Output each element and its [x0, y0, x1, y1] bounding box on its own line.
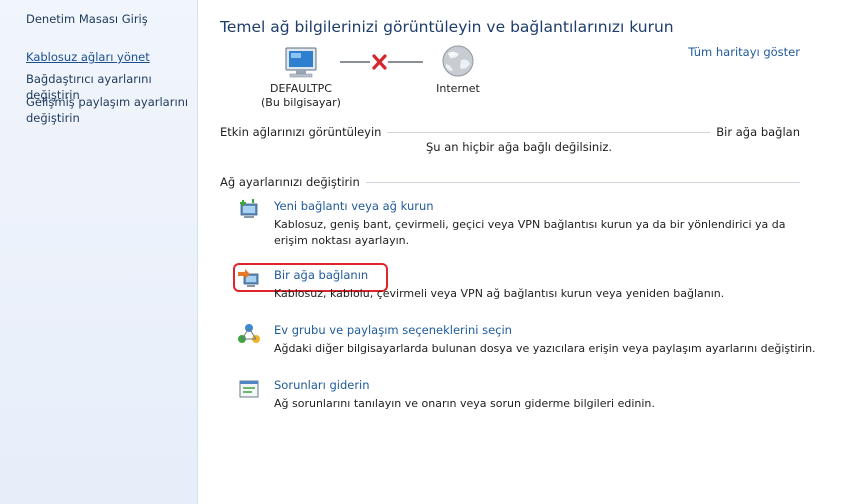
- homegroup-link[interactable]: Ev grubu ve paylaşım seçeneklerini seçin: [274, 323, 512, 337]
- troubleshoot-description: Ağ sorunlarını tanılayın ve onarın veya …: [274, 397, 655, 410]
- active-networks-label: Etkin ağlarınızı görüntüleyin: [220, 125, 388, 139]
- sidebar-item-advanced-sharing[interactable]: Gelişmiş paylaşım ayarlarını değiştirin: [26, 94, 196, 126]
- homegroup-description: Ağdaki diğer bilgisayarlarda bulunan dos…: [274, 342, 816, 355]
- new-connection-description: Kablosuz, geniş bant, çevirmeli, geçici …: [274, 218, 786, 247]
- control-panel-home-link[interactable]: Denetim Masası Giriş: [26, 12, 148, 26]
- new-connection-link[interactable]: Yeni bağlantı veya ağ kurun: [274, 199, 434, 213]
- troubleshoot-icon: [239, 380, 259, 398]
- task-new-connection: Yeni bağlantı veya ağ kurun Kablosuz, ge…: [238, 199, 818, 251]
- task-homegroup: Ev grubu ve paylaşım seçeneklerini seçin…: [238, 323, 818, 363]
- internet-label: Internet: [436, 82, 480, 95]
- no-connection-status: Şu an hiçbir ağa bağlı değilsiniz.: [426, 140, 613, 154]
- main-content: Temel ağ bilgilerinizi görüntüleyin ve b…: [198, 0, 864, 504]
- sidebar-item-manage-wireless[interactable]: Kablosuz ağları yönet: [26, 49, 196, 65]
- page-title: Temel ağ bilgilerinizi görüntüleyin ve b…: [220, 18, 674, 36]
- see-full-map-link[interactable]: Tüm haritayı göster: [688, 45, 800, 59]
- homegroup-icon: [238, 324, 260, 343]
- task-connect-network: Bir ağa bağlanın Kablosuz, kablolu, çevi…: [238, 268, 818, 308]
- computer-name-label: DEFAULTPC: [270, 82, 332, 95]
- sidebar: Denetim Masası Giriş Kablosuz ağları yön…: [0, 0, 198, 504]
- troubleshoot-link[interactable]: Sorunları giderin: [274, 378, 370, 392]
- new-connection-icon: [240, 199, 258, 218]
- computer-icon: [285, 47, 317, 78]
- task-troubleshoot: Sorunları giderin Ağ sorunlarını tanılay…: [238, 378, 818, 418]
- internet-globe-icon: [442, 45, 474, 77]
- disconnected-x-icon: [372, 54, 387, 70]
- change-settings-label: Ağ ayarlarınızı değiştirin: [220, 175, 366, 189]
- network-map: DEFAULTPC (Bu bilgisayar) Internet: [258, 44, 558, 114]
- connect-network-link[interactable]: Bir ağa bağlanın: [274, 268, 368, 282]
- computer-subtitle-label: (Bu bilgisayar): [261, 96, 341, 109]
- connect-network-icon: [238, 269, 259, 287]
- connect-to-network-link[interactable]: Bir ağa bağlan: [710, 125, 800, 139]
- connect-network-description: Kablosuz, kablolu, çevirmeli veya VPN ağ…: [274, 287, 725, 300]
